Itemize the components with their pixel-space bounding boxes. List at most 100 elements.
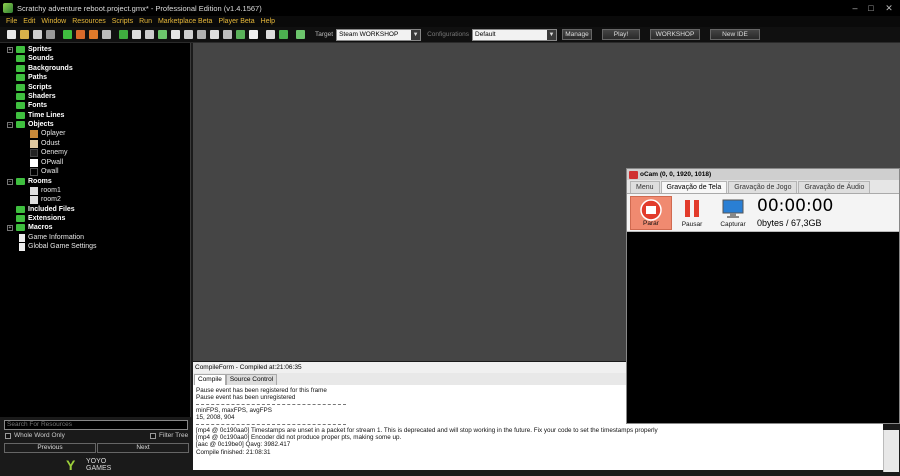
add-path-icon[interactable] [158, 30, 167, 39]
logo-line2: GAMES [86, 465, 112, 472]
whole-word-checkbox[interactable] [5, 432, 11, 439]
monitor-icon [722, 199, 744, 218]
add-room-icon[interactable] [236, 30, 245, 39]
tab-game-recording[interactable]: Gravação de Jogo [728, 181, 798, 193]
minimize-button[interactable]: – [848, 2, 862, 14]
folder-icon [16, 206, 25, 213]
ocam-titlebar: oCam (0, 0, 1920, 1018) [627, 169, 899, 180]
whole-word-option[interactable]: Whole Word Only [5, 432, 65, 439]
compile-tabs: Compile Source Control [193, 373, 626, 385]
add-sound-icon[interactable] [132, 30, 141, 39]
log-separator [196, 423, 346, 425]
add-object-icon[interactable] [223, 30, 232, 39]
tab-source-control[interactable]: Source Control [225, 374, 278, 385]
menu-window[interactable]: Window [41, 18, 66, 25]
menu-player[interactable]: Player Beta [218, 18, 254, 25]
add-script-icon[interactable] [171, 30, 180, 39]
player-sprite-icon [30, 129, 38, 138]
target-select[interactable]: Steam WORKSHOP ▼ [336, 28, 422, 41]
next-button[interactable]: Next [97, 443, 189, 453]
tree-label: Oenemy [41, 149, 68, 156]
maximize-button[interactable]: □ [864, 2, 878, 14]
debug-icon[interactable] [76, 30, 85, 39]
menu-run[interactable]: Run [139, 18, 152, 25]
wall-sprite-icon [30, 167, 38, 176]
add-room-alt-icon[interactable] [249, 30, 258, 39]
tab-compile[interactable]: Compile [194, 374, 226, 385]
tree-object-item[interactable]: OPwall [30, 158, 63, 167]
tree-object-item[interactable]: Oenemy [30, 148, 67, 157]
menu-file[interactable]: File [6, 18, 17, 25]
add-timeline-icon[interactable] [210, 30, 219, 39]
previous-button[interactable]: Previous [4, 443, 96, 453]
expand-icon[interactable]: + [7, 224, 13, 231]
tree-rooms[interactable]: − Rooms [7, 177, 52, 186]
tree-scripts[interactable]: Scripts [16, 83, 52, 92]
tree-game-information[interactable]: Game Information [19, 233, 84, 242]
run-icon[interactable] [63, 30, 72, 39]
folder-icon [16, 74, 25, 81]
collapse-icon[interactable]: − [7, 121, 13, 128]
filter-tree-checkbox[interactable] [150, 432, 156, 439]
new-project-icon[interactable] [7, 30, 16, 39]
log-scrollbar[interactable] [883, 430, 899, 472]
open-project-icon[interactable] [20, 30, 29, 39]
tree-objects[interactable]: − Objects [7, 120, 54, 129]
tree-fonts[interactable]: Fonts [16, 101, 47, 110]
menu-resources[interactable]: Resources [72, 18, 105, 25]
tree-shaders[interactable]: Shaders [16, 92, 56, 101]
tree-object-item[interactable]: Odust [30, 139, 60, 148]
yoyo-logo-mark: Y [66, 457, 76, 473]
tree-macros[interactable]: + Macros [7, 223, 53, 232]
add-sprite-icon[interactable] [119, 30, 128, 39]
tree-timelines[interactable]: Time Lines [16, 111, 64, 120]
manage-button[interactable]: Manage [562, 29, 592, 40]
config-select[interactable]: Default ▼ [472, 28, 557, 41]
tree-label: room1 [41, 187, 61, 194]
tree-room-item[interactable]: room2 [30, 195, 61, 204]
add-font-icon[interactable] [197, 30, 206, 39]
help-icon[interactable] [296, 30, 305, 39]
menu-edit[interactable]: Edit [23, 18, 35, 25]
log-line: Compile finished: 21:08:31 [196, 448, 271, 456]
tree-sprites[interactable]: + Sprites [7, 45, 52, 54]
workshop-button[interactable]: WORKSHOP [650, 29, 700, 40]
close-button[interactable]: ✕ [882, 2, 896, 14]
add-background-icon[interactable] [145, 30, 154, 39]
tab-screen-recording[interactable]: Gravação de Tela [660, 181, 728, 193]
tree-object-item[interactable]: Owall [30, 167, 59, 176]
game-info-icon[interactable] [266, 30, 275, 39]
new-ide-button[interactable]: New IDE [710, 29, 760, 40]
menu-marketplace[interactable]: Marketplace Beta [158, 18, 212, 25]
tree-backgrounds[interactable]: Backgrounds [16, 64, 73, 73]
stop-icon[interactable] [89, 30, 98, 39]
play-button[interactable]: Play! [602, 29, 640, 40]
tree-extensions[interactable]: Extensions [16, 214, 65, 223]
menu-scripts[interactable]: Scripts [112, 18, 133, 25]
expand-icon[interactable]: + [7, 46, 13, 53]
tree-sounds[interactable]: Sounds [16, 54, 54, 63]
target-select-value: Steam WORKSHOP [339, 31, 399, 38]
tab-menu[interactable]: Menu [630, 181, 660, 193]
capture-button[interactable]: Capturar [717, 196, 749, 230]
add-shader-icon[interactable] [184, 30, 193, 39]
tree-room-item[interactable]: room1 [30, 186, 61, 195]
resource-search-input[interactable]: Search For Resources [4, 420, 188, 430]
compile-form-header: CompileForm - Compiled at:21:06:35 [193, 362, 626, 373]
tree-label: Fonts [28, 102, 48, 109]
menu-help[interactable]: Help [261, 18, 275, 25]
export-icon[interactable] [46, 30, 55, 39]
global-settings-icon[interactable] [279, 30, 288, 39]
pause-button[interactable]: Pausar [677, 196, 707, 230]
tree-paths[interactable]: Paths [16, 73, 47, 82]
tab-audio-recording[interactable]: Gravação de Áudio [798, 181, 871, 193]
collapse-icon[interactable]: − [7, 178, 13, 185]
tree-included-files[interactable]: Included Files [16, 205, 75, 214]
clean-icon[interactable] [102, 30, 111, 39]
stop-button[interactable]: Parar [630, 196, 672, 230]
save-icon[interactable] [33, 30, 42, 39]
filter-tree-option[interactable]: Filter Tree [150, 432, 188, 439]
tree-global-settings[interactable]: Global Game Settings [19, 242, 96, 251]
tree-object-item[interactable]: Oplayer [30, 129, 66, 138]
config-label: Configurations [427, 31, 469, 38]
